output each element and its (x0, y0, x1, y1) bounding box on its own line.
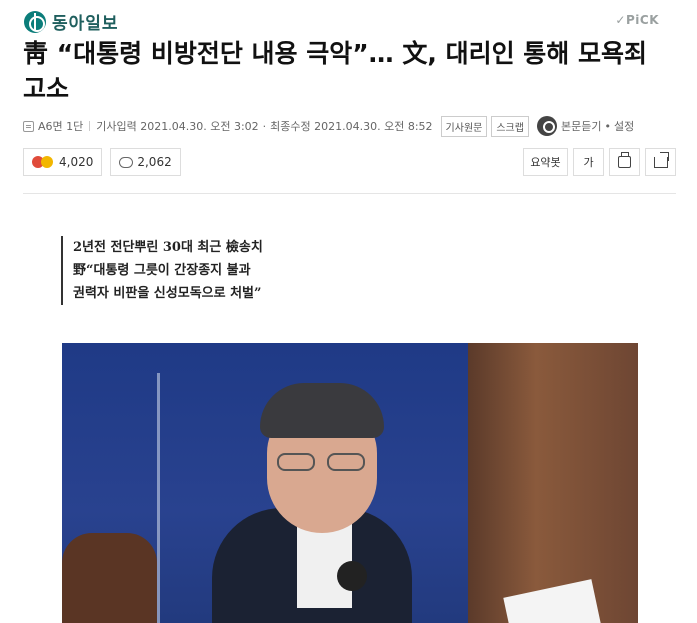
sad-emoji-icon (41, 156, 53, 168)
scrap-button[interactable]: 스크랩 (491, 115, 529, 137)
subhead-line: 권력자 비판을 신성모독으로 처벌” (73, 286, 262, 301)
dot-separator: · (262, 119, 267, 133)
glasses-shape (277, 453, 369, 473)
comment-button[interactable]: 2,062 (110, 148, 181, 176)
header-divider (23, 193, 676, 194)
article-tools: 요약봇 가 (518, 148, 676, 176)
modified-time: 최종수정 2021.04.30. 오전 8:52 (270, 120, 433, 133)
print-page: A6면 1단 (38, 120, 84, 133)
emotion-button[interactable]: 4,020 (23, 148, 103, 176)
subhead-line: 2년전 전단뿌린 30대 최근 檢송치 (73, 240, 263, 255)
reaction-bar: 4,020 2,062 (23, 148, 189, 176)
summary-bot-button[interactable]: 요약봇 (523, 148, 568, 176)
subhead-line: 野“대통령 그릇이 간장종지 불과 (73, 263, 251, 278)
pick-badge[interactable]: ✓PiCK (615, 13, 659, 27)
font-size-button[interactable]: 가 (573, 148, 604, 176)
listen-button[interactable]: 본문듣기 (561, 118, 601, 134)
emotion-count: 4,020 (59, 155, 94, 169)
speaker-icon[interactable] (536, 116, 557, 136)
article-meta: A6면 1단 기사입력 2021.04.30. 오전 3:02 · 최종수정 2… (23, 115, 673, 137)
chair-shape (62, 533, 157, 623)
logo-icon (24, 10, 46, 33)
print-icon (618, 152, 631, 168)
article-photo[interactable] (62, 343, 638, 623)
hair-shape (260, 383, 384, 438)
article-title: 靑 “대통령 비방전단 내용 극악”… 文, 대리인 통해 모욕죄 고소 (23, 39, 647, 103)
settings-link[interactable]: 설정 (614, 118, 634, 134)
divider (89, 121, 91, 131)
glasses-lens-right (327, 453, 365, 471)
glasses-lens-left (277, 453, 315, 471)
page-icon (23, 120, 34, 132)
dot-separator: • (604, 119, 611, 133)
photo-wall (468, 343, 638, 623)
published-time: 기사입력 2021.04.30. 오전 3:02 (96, 120, 259, 133)
site-logo[interactable]: 동아일보 (24, 9, 119, 34)
site-header: 동아일보 ✓PiCK (24, 9, 674, 35)
share-button[interactable] (645, 148, 676, 176)
original-article-button[interactable]: 기사원문 (440, 115, 488, 137)
print-button[interactable] (609, 148, 640, 176)
share-icon (653, 156, 668, 168)
comment-icon (119, 156, 134, 168)
comment-count: 2,062 (137, 155, 172, 169)
microphone-shape (337, 561, 367, 591)
article-subhead: 2년전 전단뿌린 30대 최근 檢송치 野“대통령 그릇이 간장종지 불과 권력… (61, 236, 263, 305)
logo-text: 동아일보 (52, 14, 119, 34)
